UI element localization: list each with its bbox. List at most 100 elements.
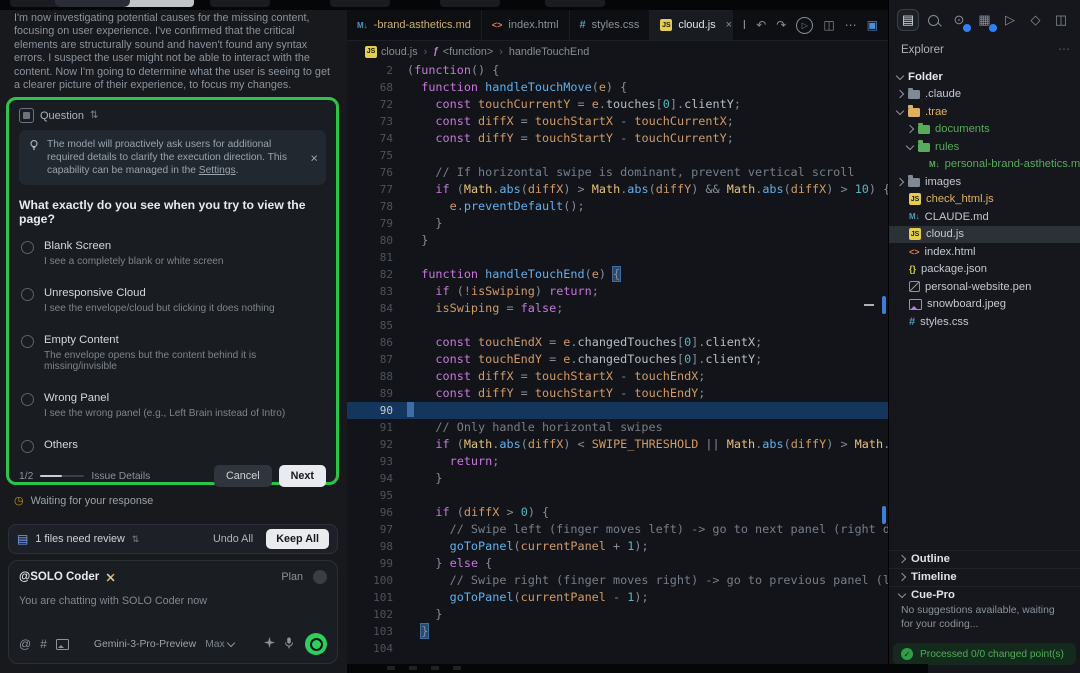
undo-all-button[interactable]: Undo All — [207, 532, 259, 546]
timeline-section[interactable]: Timeline — [889, 568, 1080, 585]
code-line-79[interactable]: 79 } — [347, 215, 888, 232]
line-content[interactable]: goToPanel(currentPanel + 1); — [407, 538, 888, 555]
line-number[interactable]: 77 — [347, 181, 407, 198]
code-line-85[interactable]: 85 — [347, 317, 888, 334]
line-number[interactable]: 104 — [347, 640, 407, 657]
file-personal-brand-asthetics-m[interactable]: M↓personal-brand-asthetics.m — [889, 156, 1080, 174]
line-number[interactable]: 87 — [347, 351, 407, 368]
cancel-button[interactable]: Cancel — [214, 465, 272, 487]
line-content[interactable]: if (diffX > 0) { — [407, 504, 888, 521]
file-snowboard-jpeg[interactable]: snowboard.jpeg — [889, 296, 1080, 314]
next-button[interactable]: Next — [279, 465, 326, 487]
code-line-104[interactable]: 104 — [347, 640, 888, 657]
line-content[interactable] — [407, 402, 888, 419]
line-content[interactable]: // Swipe right (finger moves right) -> g… — [407, 572, 888, 589]
line-content[interactable]: } — [407, 232, 888, 249]
folder-claude[interactable]: .claude — [889, 86, 1080, 104]
option-empty-content[interactable]: Empty ContentThe envelope opens but the … — [19, 324, 326, 382]
code-line-88[interactable]: 88 const diffX = touchStartX - touchEndX… — [347, 368, 888, 385]
line-content[interactable]: const touchEndY = e.changedTouches[0].cl… — [407, 351, 888, 368]
line-content[interactable]: // Swipe left (finger moves left) -> go … — [407, 521, 888, 538]
code-line-101[interactable]: 101 goToPanel(currentPanel - 1); — [347, 589, 888, 606]
code-line-76[interactable]: 76 // If horizontal swipe is dominant, p… — [347, 164, 888, 181]
line-content[interactable] — [407, 487, 888, 504]
option-others[interactable]: Others — [19, 429, 326, 465]
breadcrumb-item-function[interactable]: ƒ<function> — [433, 46, 493, 58]
code-area[interactable]: 2(function() {68 function handleTouchMov… — [347, 62, 888, 664]
line-content[interactable]: (function() { — [407, 62, 888, 79]
radio-icon[interactable] — [21, 335, 34, 348]
source-control-icon[interactable]: ⊙ — [948, 9, 970, 31]
line-number[interactable]: 76 — [347, 164, 407, 181]
line-content[interactable]: if (Math.abs(diffX) < SWIPE_THRESHOLD ||… — [407, 436, 888, 453]
plan-toggle[interactable] — [313, 570, 327, 584]
toolbar-item[interactable] — [440, 0, 500, 7]
code-line-74[interactable]: 74 const diffY = touchStartY - touchCurr… — [347, 130, 888, 147]
line-content[interactable] — [407, 147, 888, 164]
line-number[interactable]: 96 — [347, 504, 407, 521]
line-number[interactable]: 72 — [347, 96, 407, 113]
line-content[interactable]: } — [407, 215, 888, 232]
breadcrumb-item-handletouchend[interactable]: handleTouchEnd — [509, 46, 589, 58]
code-line-73[interactable]: 73 const diffX = touchStartX - touchCurr… — [347, 113, 888, 130]
split-editor-icon[interactable]: ◫ — [823, 18, 834, 32]
line-content[interactable]: const diffY = touchStartY - touchEndY; — [407, 385, 888, 402]
scrollbar-change-marker[interactable] — [882, 296, 886, 314]
line-number[interactable]: 97 — [347, 521, 407, 538]
option-blank-screen[interactable]: Blank ScreenI see a completely blank or … — [19, 230, 326, 277]
line-number[interactable]: 99 — [347, 555, 407, 572]
line-number[interactable]: 86 — [347, 334, 407, 351]
code-line-96[interactable]: 96 if (diffX > 0) { — [347, 504, 888, 521]
line-number[interactable]: 80 — [347, 232, 407, 249]
mic-icon[interactable] — [284, 637, 294, 652]
option-wrong-panel[interactable]: Wrong PanelI see the wrong panel (e.g., … — [19, 382, 326, 429]
remote-icon[interactable]: ◫ — [1050, 9, 1072, 31]
tab-index-html[interactable]: <>index.html — [482, 10, 570, 40]
line-number[interactable]: 91 — [347, 419, 407, 436]
more-actions-icon[interactable]: ⋯ — [1058, 42, 1070, 56]
code-line-83[interactable]: 83 if (!isSwiping) return; — [347, 283, 888, 300]
tab-styles-css[interactable]: #styles.css — [570, 10, 651, 40]
folder-documents[interactable]: documents — [889, 121, 1080, 139]
redo-icon[interactable]: ↷ — [776, 18, 786, 32]
line-number[interactable]: 75 — [347, 147, 407, 164]
code-line-2[interactable]: 2(function() { — [347, 62, 888, 79]
file-personal-website-pen[interactable]: personal-website.pen — [889, 278, 1080, 296]
code-line-98[interactable]: 98 goToPanel(currentPanel + 1); — [347, 538, 888, 555]
scrollbar-change-marker[interactable] — [882, 506, 886, 524]
test-icon[interactable]: ◇ — [1025, 9, 1047, 31]
code-line-91[interactable]: 91 // Only handle horizontal swipes — [347, 419, 888, 436]
code-line-103[interactable]: 103 } — [347, 623, 888, 640]
code-line-84[interactable]: 84 isSwiping = false; — [347, 300, 888, 317]
outline-section[interactable]: Outline — [889, 550, 1080, 567]
keep-all-button[interactable]: Keep All — [266, 529, 329, 549]
line-content[interactable]: goToPanel(currentPanel - 1); — [407, 589, 888, 606]
file-claude-md[interactable]: M↓CLAUDE.md — [889, 208, 1080, 226]
file-index-html[interactable]: <>index.html — [889, 243, 1080, 261]
line-content[interactable]: function handleTouchMove(e) { — [407, 79, 888, 96]
line-content[interactable]: function handleTouchEnd(e) { — [407, 266, 888, 283]
line-content[interactable] — [407, 640, 888, 657]
line-number[interactable]: 95 — [347, 487, 407, 504]
model-selector[interactable]: Gemini-3-Pro-Preview — [94, 639, 196, 650]
code-line-80[interactable]: 80 } — [347, 232, 888, 249]
code-line-99[interactable]: 99 } else { — [347, 555, 888, 572]
file-package-json[interactable]: {}package.json — [889, 261, 1080, 279]
radio-icon[interactable] — [21, 241, 34, 254]
line-number[interactable]: 94 — [347, 470, 407, 487]
line-content[interactable]: const touchCurrentY = e.touches[0].clien… — [407, 96, 888, 113]
line-number[interactable]: 83 — [347, 283, 407, 300]
line-number[interactable]: 82 — [347, 266, 407, 283]
code-line-75[interactable]: 75 — [347, 147, 888, 164]
file-cloud-js[interactable]: JScloud.js — [889, 226, 1080, 244]
radio-icon[interactable] — [21, 440, 34, 453]
line-content[interactable]: e.preventDefault(); — [407, 198, 888, 215]
search-icon[interactable] — [923, 9, 945, 31]
code-line-90[interactable]: 90 — [347, 402, 888, 419]
line-number[interactable]: 88 — [347, 368, 407, 385]
option-unresponsive-cloud[interactable]: Unresponsive CloudI see the envelope/clo… — [19, 277, 326, 324]
line-content[interactable]: // Only handle horizontal swipes — [407, 419, 888, 436]
folder-images[interactable]: images — [889, 173, 1080, 191]
explorer-icon[interactable]: ▤ — [897, 9, 919, 31]
run-file-icon[interactable]: ▷ — [796, 17, 813, 34]
